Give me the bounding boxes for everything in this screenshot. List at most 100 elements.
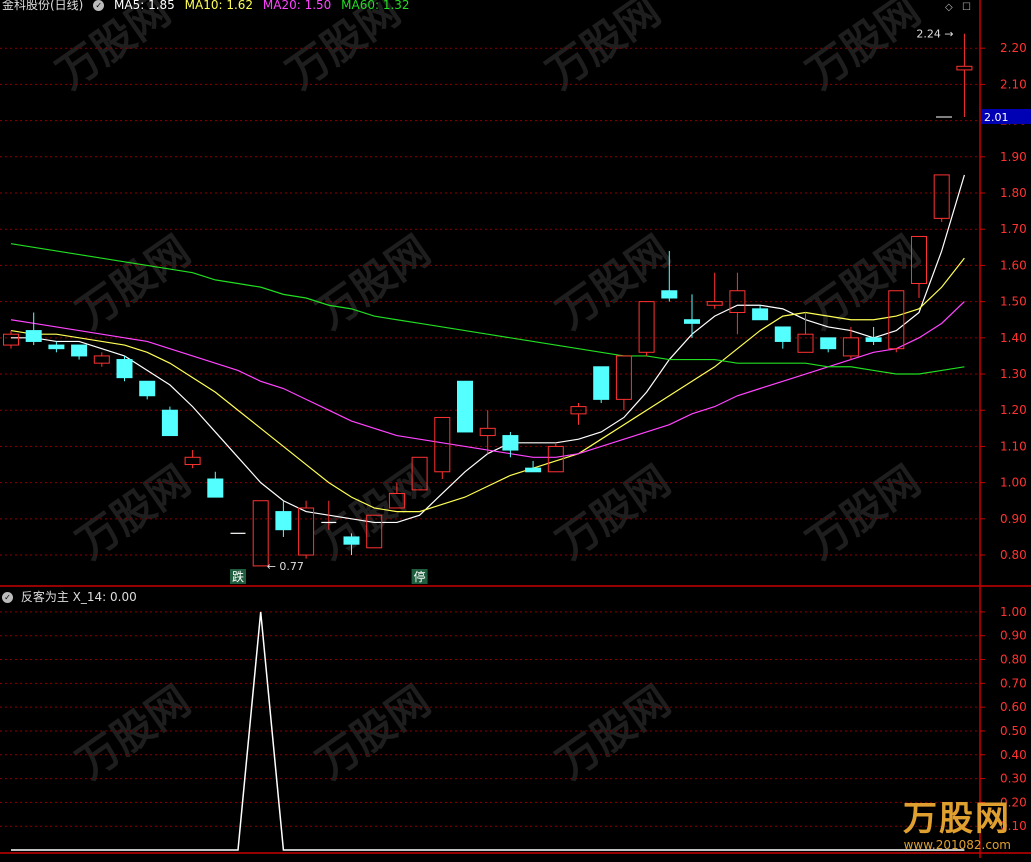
indicator-tick-label: 0.50 <box>1000 724 1027 738</box>
watermark-mark: 万股网 <box>48 0 179 98</box>
candle <box>434 416 451 480</box>
candle-body <box>956 65 973 71</box>
candle <box>752 305 769 321</box>
indicator-toggle-icon[interactable]: ✓ <box>2 592 13 603</box>
candle-body <box>888 290 905 350</box>
candle-body <box>161 409 178 437</box>
watermark-logo: 万股网 www.201082.com <box>903 800 1011 852</box>
candle <box>25 312 42 346</box>
candle-body <box>479 427 496 437</box>
watermark-mark: 万股网 <box>798 226 929 338</box>
candle-body <box>48 344 65 350</box>
price-tick-label: 0.90 <box>1000 512 1027 526</box>
watermark-mark: 万股网 <box>548 456 679 568</box>
candle <box>48 341 65 353</box>
indicator-header: ✓ 反客为主 X_14: 0.00 <box>2 588 137 605</box>
price-tick-label: 1.80 <box>1000 186 1027 200</box>
candle-body <box>252 500 269 567</box>
candle-body <box>139 380 156 397</box>
indicator-tick-label: 0.30 <box>1000 772 1027 786</box>
candle <box>252 500 269 567</box>
price-tick-label: 1.20 <box>1000 403 1027 417</box>
high-price-label: 2.24 → <box>916 28 953 41</box>
indicator-tick-label: 0.90 <box>1000 629 1027 643</box>
candle-body <box>207 478 224 498</box>
candle-body <box>71 344 88 357</box>
price-tick-label: 1.00 <box>1000 476 1027 490</box>
candle-body <box>343 536 360 545</box>
candle <box>71 344 88 360</box>
price-tick-label: 1.10 <box>1000 439 1027 453</box>
candle <box>184 450 201 469</box>
indicator-tick-label: 0.70 <box>1000 676 1027 690</box>
watermark-mark: 万股网 <box>538 0 669 98</box>
watermark-mark: 万股网 <box>308 676 439 788</box>
candle-body <box>525 467 542 473</box>
candle <box>161 406 178 437</box>
settings-circle-icon[interactable]: ✓ <box>93 0 105 11</box>
candle-body <box>502 435 519 451</box>
candle <box>93 352 110 367</box>
diamond-icon: ◇ <box>945 2 953 13</box>
candle-body <box>434 416 451 473</box>
indicator-tick-label: 0.60 <box>1000 700 1027 714</box>
candle <box>207 471 224 498</box>
candle-body <box>706 301 723 306</box>
watermark-mark: 万股网 <box>548 226 679 338</box>
indicator-tick-label: 0.80 <box>1000 653 1027 667</box>
candle-body <box>3 333 19 346</box>
ma20-label: MA20: 1.50 <box>262 0 332 12</box>
candle <box>275 500 292 537</box>
candle <box>888 290 905 353</box>
candle <box>502 431 519 458</box>
candle-body <box>661 290 678 299</box>
price-tick-label: 1.40 <box>1000 331 1027 345</box>
candle <box>593 366 610 403</box>
price-tick-label: 2.20 <box>1000 41 1027 55</box>
watermark-mark: 万股网 <box>798 0 929 98</box>
chart-stage: 万股网 万股网 万股网 万股网 万股网 万股网 万股网 万股网 万股网 万股网 万股网 万股网 万股网万… <box>0 0 1031 858</box>
candle <box>956 33 973 117</box>
candle <box>638 301 655 356</box>
candle-body <box>842 337 859 357</box>
ma60-label: MA60: 1.32 <box>341 0 410 12</box>
candle-body <box>865 337 882 342</box>
candle <box>933 174 950 222</box>
watermark-mark: 万股网 <box>68 676 199 788</box>
die-badge: 跌 <box>232 569 244 584</box>
watermark-mark: 万股网 <box>68 456 199 568</box>
candle-body <box>570 406 587 415</box>
candle-body <box>638 301 655 353</box>
candle <box>729 272 746 335</box>
chart-header: 金科股份(日线) ✓ MA5: 1.85 MA10: 1.62 MA20: 1.… <box>2 0 416 13</box>
candle <box>774 326 791 349</box>
price-tick-label: 1.60 <box>1000 258 1027 272</box>
watermark-mark: 万股网 <box>548 676 679 788</box>
candle <box>479 410 496 454</box>
candle-body <box>615 355 632 400</box>
watermark-mark: 万股网 <box>798 456 929 568</box>
current-price-label: 2.01 <box>984 111 1009 124</box>
watermark-mark: 万股网 <box>278 0 409 98</box>
indicator-tick-label: 0.40 <box>1000 748 1027 762</box>
candle <box>684 294 700 338</box>
indicator-title: 反客为主 <box>20 590 69 604</box>
price-tick-label: 1.30 <box>1000 367 1027 381</box>
candle-body <box>729 290 746 313</box>
candle <box>615 355 632 411</box>
candle-body <box>774 326 791 342</box>
candle-body <box>933 174 950 219</box>
price-tick-label: 2.10 <box>1000 77 1027 91</box>
ma10-label: MA10: 1.62 <box>184 0 254 12</box>
price-tick-label: 1.70 <box>1000 222 1027 236</box>
candle-body <box>93 355 110 364</box>
price-tick-label: 0.80 <box>1000 548 1027 562</box>
indicator-tick-label: 1.00 <box>1000 605 1027 619</box>
candle <box>706 272 723 309</box>
candle <box>820 337 837 353</box>
price-tick-label: 1.90 <box>1000 150 1027 164</box>
low-price-label: ← 0.77 <box>267 560 304 573</box>
candle-body <box>275 511 292 531</box>
watermark-url: www.201082.com <box>903 838 1011 852</box>
candle-body <box>797 333 814 353</box>
